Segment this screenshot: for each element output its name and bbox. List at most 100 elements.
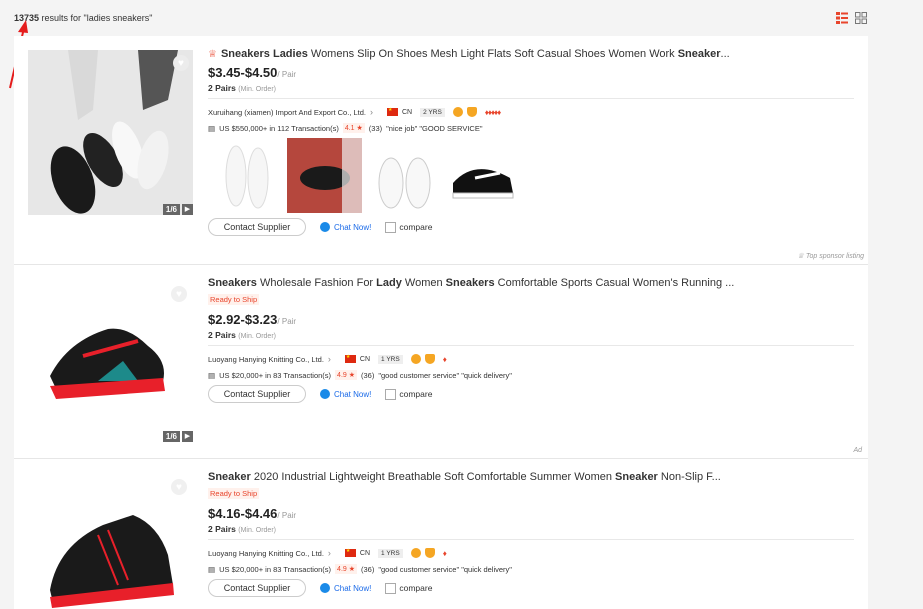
price-range: $4.16-$4.46	[208, 506, 278, 521]
product-photo	[28, 281, 193, 446]
years-badge: 1 YRS	[378, 548, 403, 558]
transaction-icon: ▤	[208, 564, 216, 574]
title-text: 2020 Industrial Lightweight Breathable S…	[250, 471, 616, 483]
product-title[interactable]: ♕ Sneakers Ladies Womens Slip On Shoes Me…	[208, 48, 854, 60]
supplier-row: Luoyang Hanying Knitting Co., Ltd.› CN 1…	[208, 548, 854, 558]
product-photo	[28, 50, 193, 215]
image-count: 1/6	[162, 204, 180, 215]
image-count: 1/6	[162, 431, 180, 442]
title-keyword: Sneakers	[220, 48, 270, 60]
price-range: $3.45-$4.50	[208, 65, 278, 80]
trade-assurance-icon	[424, 548, 435, 558]
moq-value: 2 Pairs	[208, 524, 236, 534]
supplier-name[interactable]: Luoyang Hanying Knitting Co., Ltd.	[208, 355, 324, 364]
thumbnail[interactable]	[366, 138, 441, 213]
thumbnail[interactable]	[445, 138, 520, 213]
favorite-heart-icon[interactable]: ♥	[173, 55, 189, 71]
product-title[interactable]: Sneakers Wholesale Fashion For Lady Wome…	[208, 277, 854, 289]
price: $4.16-$4.46/ Pair	[208, 506, 854, 521]
moq-value: 2 Pairs	[208, 83, 236, 93]
next-image-icon[interactable]: ▶	[182, 204, 193, 215]
review-tags: "good customer service" "quick delivery"	[378, 564, 512, 574]
product-photo	[28, 475, 193, 609]
contact-supplier-button[interactable]: Contact Supplier	[208, 218, 306, 236]
years-badge: 2 YRS	[420, 107, 445, 117]
review-tags: "nice job" "GOOD SERVICE"	[386, 123, 483, 133]
sponsor-text: Top sponsor listing	[805, 253, 864, 260]
chat-now-button[interactable]: Chat Now!	[320, 222, 371, 232]
china-flag-icon	[344, 548, 356, 557]
crown-icon: ♕	[797, 253, 804, 260]
divider	[208, 98, 854, 99]
country-code: CN	[359, 355, 371, 363]
product-image[interactable]: ♥ 1/6 ▶	[28, 50, 193, 215]
actions-row: Contact Supplier Chat Now! compare	[208, 218, 854, 236]
title-keyword: Sneaker	[208, 471, 251, 483]
compare-label: compare	[399, 583, 433, 593]
checkbox-icon[interactable]	[385, 221, 397, 233]
chat-icon	[320, 222, 330, 232]
price-unit: / Pair	[277, 511, 297, 520]
min-order: 2 Pairs (Min. Order)	[208, 83, 854, 93]
checkbox-icon[interactable]	[385, 582, 397, 594]
thumbnail-strip	[208, 138, 854, 213]
transaction-row: ▤ US $20,000+ in 83 Transaction(s) 4.9 ★ …	[208, 370, 854, 380]
china-flag-icon	[387, 107, 398, 116]
price-range: $2.92-$3.23	[208, 312, 278, 327]
product-image[interactable]: ♥ 1/6 ▶	[28, 281, 193, 446]
trade-assurance-icon	[466, 107, 477, 117]
title-text: Comfortable Sports Casual Women's Runnin…	[494, 277, 735, 289]
supplier-row: Xuruihang (xiamen) Import And Export Co.…	[208, 107, 854, 117]
rating-badge: 4.9 ★	[335, 370, 357, 380]
review-count: (33)	[368, 123, 383, 133]
favorite-heart-icon[interactable]: ♥	[171, 286, 187, 302]
chat-icon	[320, 389, 330, 399]
compare-checkbox[interactable]: compare	[385, 388, 432, 400]
chat-label: Chat Now!	[334, 389, 372, 399]
image-pager[interactable]: 1/6 ▶	[162, 204, 193, 215]
favorite-heart-icon[interactable]: ♥	[171, 479, 187, 495]
product-image[interactable]: ♥	[28, 475, 193, 609]
diamond-rating-icon: ♦♦♦♦♦	[484, 107, 501, 117]
product-card[interactable]: ♥ 1/6 ▶ Sneakers Wholesale Fashion For La…	[14, 265, 868, 459]
compare-checkbox[interactable]: compare	[385, 582, 433, 594]
title-keyword: Sneakers	[445, 277, 495, 289]
next-image-icon[interactable]: ▶	[182, 431, 193, 442]
review-count: (36)	[361, 370, 375, 380]
country-code: CN	[402, 108, 413, 116]
list-view-icon[interactable]	[836, 12, 848, 24]
chat-now-button[interactable]: Chat Now!	[320, 583, 371, 593]
title-keyword: Sneakers	[208, 277, 257, 289]
price-unit: / Pair	[277, 317, 297, 326]
chat-label: Chat Now!	[334, 583, 372, 593]
compare-checkbox[interactable]: compare	[385, 221, 433, 233]
ready-to-ship-badge: Ready to Ship	[208, 294, 260, 305]
product-title[interactable]: Sneaker 2020 Industrial Lightweight Brea…	[208, 471, 854, 483]
thumbnail[interactable]	[208, 138, 283, 213]
grid-view-icon[interactable]	[855, 12, 867, 24]
supplier-name[interactable]: Xuruihang (xiamen) Import And Export Co.…	[208, 108, 366, 117]
checkbox-icon[interactable]	[385, 388, 397, 400]
rating-badge: 4.9 ★	[335, 564, 357, 574]
image-pager[interactable]: 1/6 ▶	[162, 431, 193, 442]
divider	[208, 345, 854, 346]
contact-supplier-button[interactable]: Contact Supplier	[208, 579, 306, 597]
min-order: 2 Pairs (Min. Order)	[208, 524, 854, 534]
compare-label: compare	[399, 222, 433, 232]
title-text: ...	[720, 48, 730, 60]
gold-supplier-icon	[410, 354, 421, 364]
product-card[interactable]: ♥ Sneaker 2020 Industrial Lightweight Br…	[14, 459, 868, 609]
title-text: Wholesale Fashion For	[256, 277, 377, 289]
price: $2.92-$3.23/ Pair	[208, 312, 854, 327]
thumbnail[interactable]	[287, 138, 362, 213]
product-card[interactable]: ♥ 1/6 ▶ ♕ Sneakers Ladies Womens Slip On S…	[14, 36, 868, 265]
chevron-right-icon: ›	[327, 548, 331, 558]
results-query: results for "ladies sneakers"	[39, 13, 153, 23]
chevron-right-icon: ›	[370, 107, 373, 117]
gold-supplier-icon	[452, 107, 463, 117]
country-code: CN	[359, 549, 371, 557]
contact-supplier-button[interactable]: Contact Supplier	[208, 385, 306, 403]
chat-now-button[interactable]: Chat Now!	[320, 389, 371, 399]
chat-label: Chat Now!	[334, 222, 372, 232]
supplier-name[interactable]: Luoyang Hanying Knitting Co., Ltd.	[208, 549, 324, 558]
